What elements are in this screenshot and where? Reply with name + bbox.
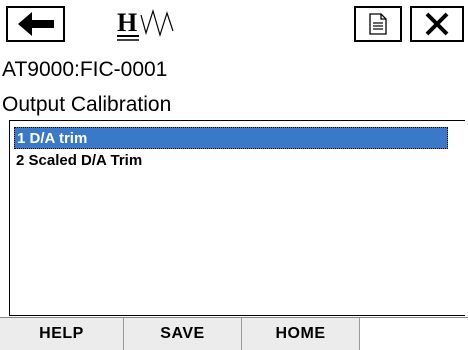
home-softkey[interactable]: HOME — [242, 318, 360, 350]
help-softkey[interactable]: HELP — [0, 318, 124, 350]
menu-item-da-trim[interactable]: 1 D/A trim — [14, 127, 448, 149]
menu-title: Output Calibration — [2, 93, 172, 116]
hart-logo: H — [117, 8, 174, 41]
softkey-bar: HELP SAVE HOME — [0, 317, 468, 350]
arrow-left-icon — [17, 12, 54, 36]
document-button[interactable] — [354, 6, 402, 42]
title-bar: H — [0, 0, 468, 46]
document-icon — [369, 13, 387, 35]
device-tag: AT9000:FIC-0001 — [2, 58, 168, 81]
menu-item-scaled-da-trim[interactable]: 2 Scaled D/A Trim — [14, 150, 448, 172]
close-icon — [425, 12, 449, 36]
menu-list: 1 D/A trim 2 Scaled D/A Trim — [9, 120, 465, 316]
close-button[interactable] — [410, 6, 464, 42]
empty-softkey — [360, 318, 468, 350]
hart-logo-letter: H — [117, 8, 137, 37]
back-button[interactable] — [6, 6, 65, 42]
save-softkey[interactable]: SAVE — [124, 318, 242, 350]
